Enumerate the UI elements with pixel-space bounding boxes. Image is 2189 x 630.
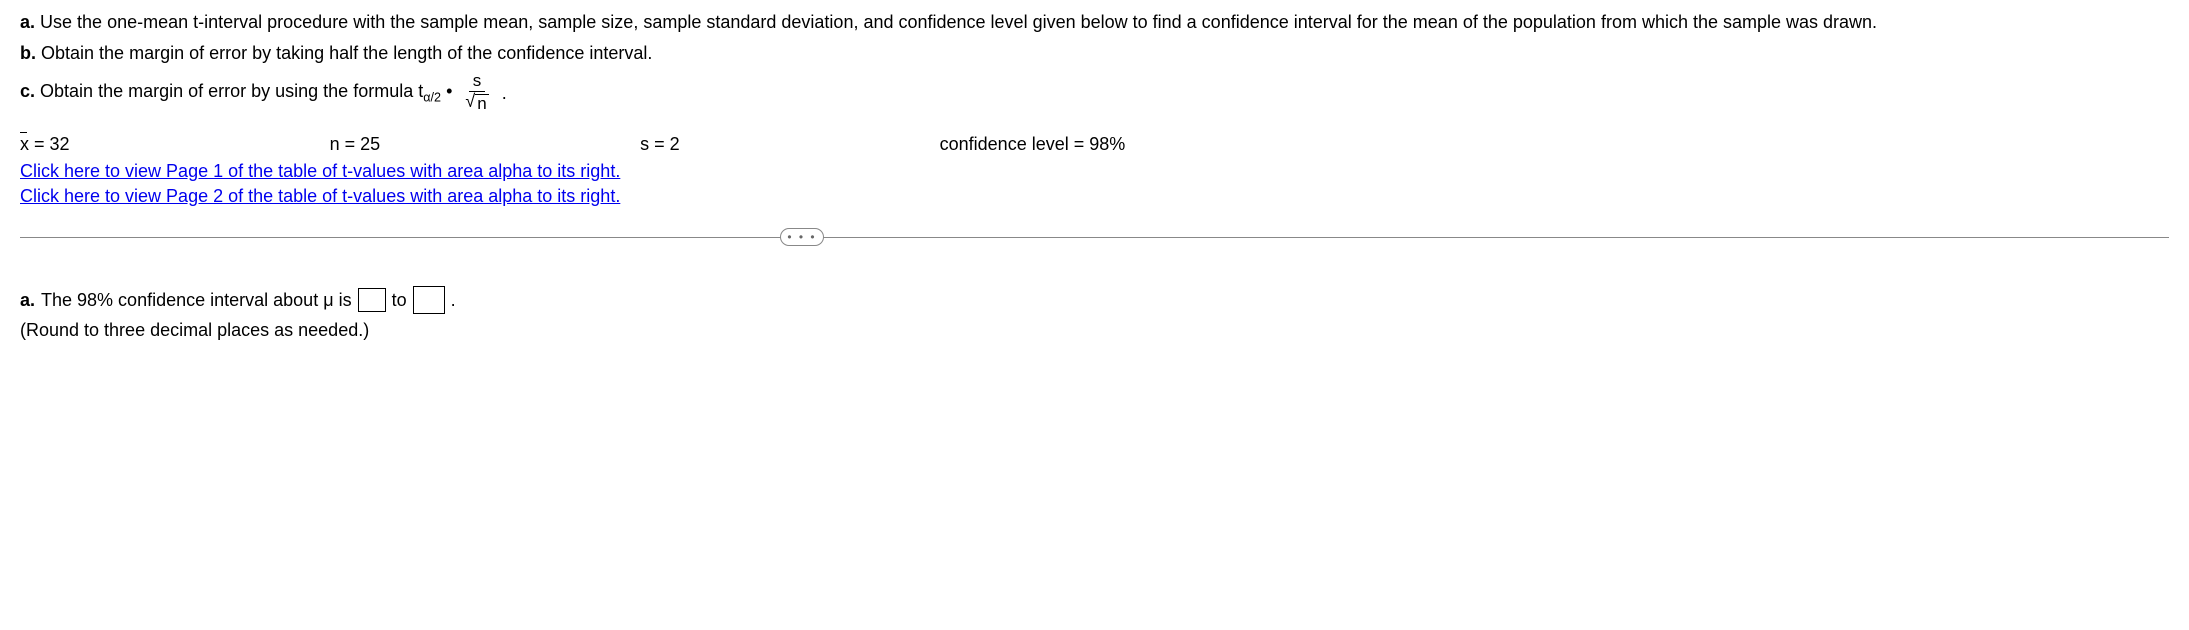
answer-label: a.: [20, 290, 35, 311]
answer-pre: The 98% confidence interval about μ is: [41, 290, 352, 311]
answer-post: .: [451, 290, 456, 311]
part-b-text: Obtain the margin of error by taking hal…: [41, 43, 652, 63]
ci-upper-input[interactable]: [413, 286, 445, 314]
given-n: n = 25: [330, 134, 381, 155]
ellipsis-icon: • • •: [787, 230, 816, 244]
part-a-text: Use the one-mean t-interval procedure wi…: [40, 12, 1877, 32]
divider-wrap: • • •: [20, 237, 2169, 238]
given-s: s = 2: [640, 134, 680, 155]
part-a-prompt: a. Use the one-mean t-interval procedure…: [20, 10, 2169, 35]
section-divider: [20, 237, 2169, 238]
answer-row: a. The 98% confidence interval about μ i…: [20, 286, 2169, 314]
formula-fraction: s √n: [461, 72, 492, 113]
formula-dot: •: [446, 81, 452, 101]
given-xbar: x = 32: [20, 134, 70, 155]
answer-mid: to: [392, 290, 407, 311]
part-c-text: Obtain the margin of error by using the …: [40, 81, 413, 101]
formula-denominator: √n: [461, 92, 492, 114]
sqrt-symbol: √: [465, 92, 475, 112]
part-a-label: a.: [20, 12, 35, 32]
given-values-row: x = 32 n = 25 s = 2 confidence level = 9…: [20, 134, 2169, 155]
part-c-prompt: c. Obtain the margin of error by using t…: [20, 72, 2169, 113]
xbar-symbol: x: [20, 134, 29, 155]
part-c-label: c.: [20, 81, 35, 101]
t-table-page1-link[interactable]: Click here to view Page 1 of the table o…: [20, 159, 2169, 184]
rounding-note: (Round to three decimal places as needed…: [20, 320, 2169, 341]
formula-t-sub: α/2: [423, 91, 441, 105]
formula-period: .: [502, 83, 507, 104]
t-table-page2-link[interactable]: Click here to view Page 2 of the table o…: [20, 184, 2169, 209]
ci-lower-input[interactable]: [358, 288, 386, 312]
sqrt-radicand: n: [475, 94, 488, 114]
given-confidence: confidence level = 98%: [940, 134, 1126, 155]
formula-numerator: s: [469, 72, 486, 92]
expand-button[interactable]: • • •: [780, 228, 824, 246]
part-b-label: b.: [20, 43, 36, 63]
part-b-prompt: b. Obtain the margin of error by taking …: [20, 41, 2169, 66]
xbar-value: = 32: [34, 134, 70, 154]
